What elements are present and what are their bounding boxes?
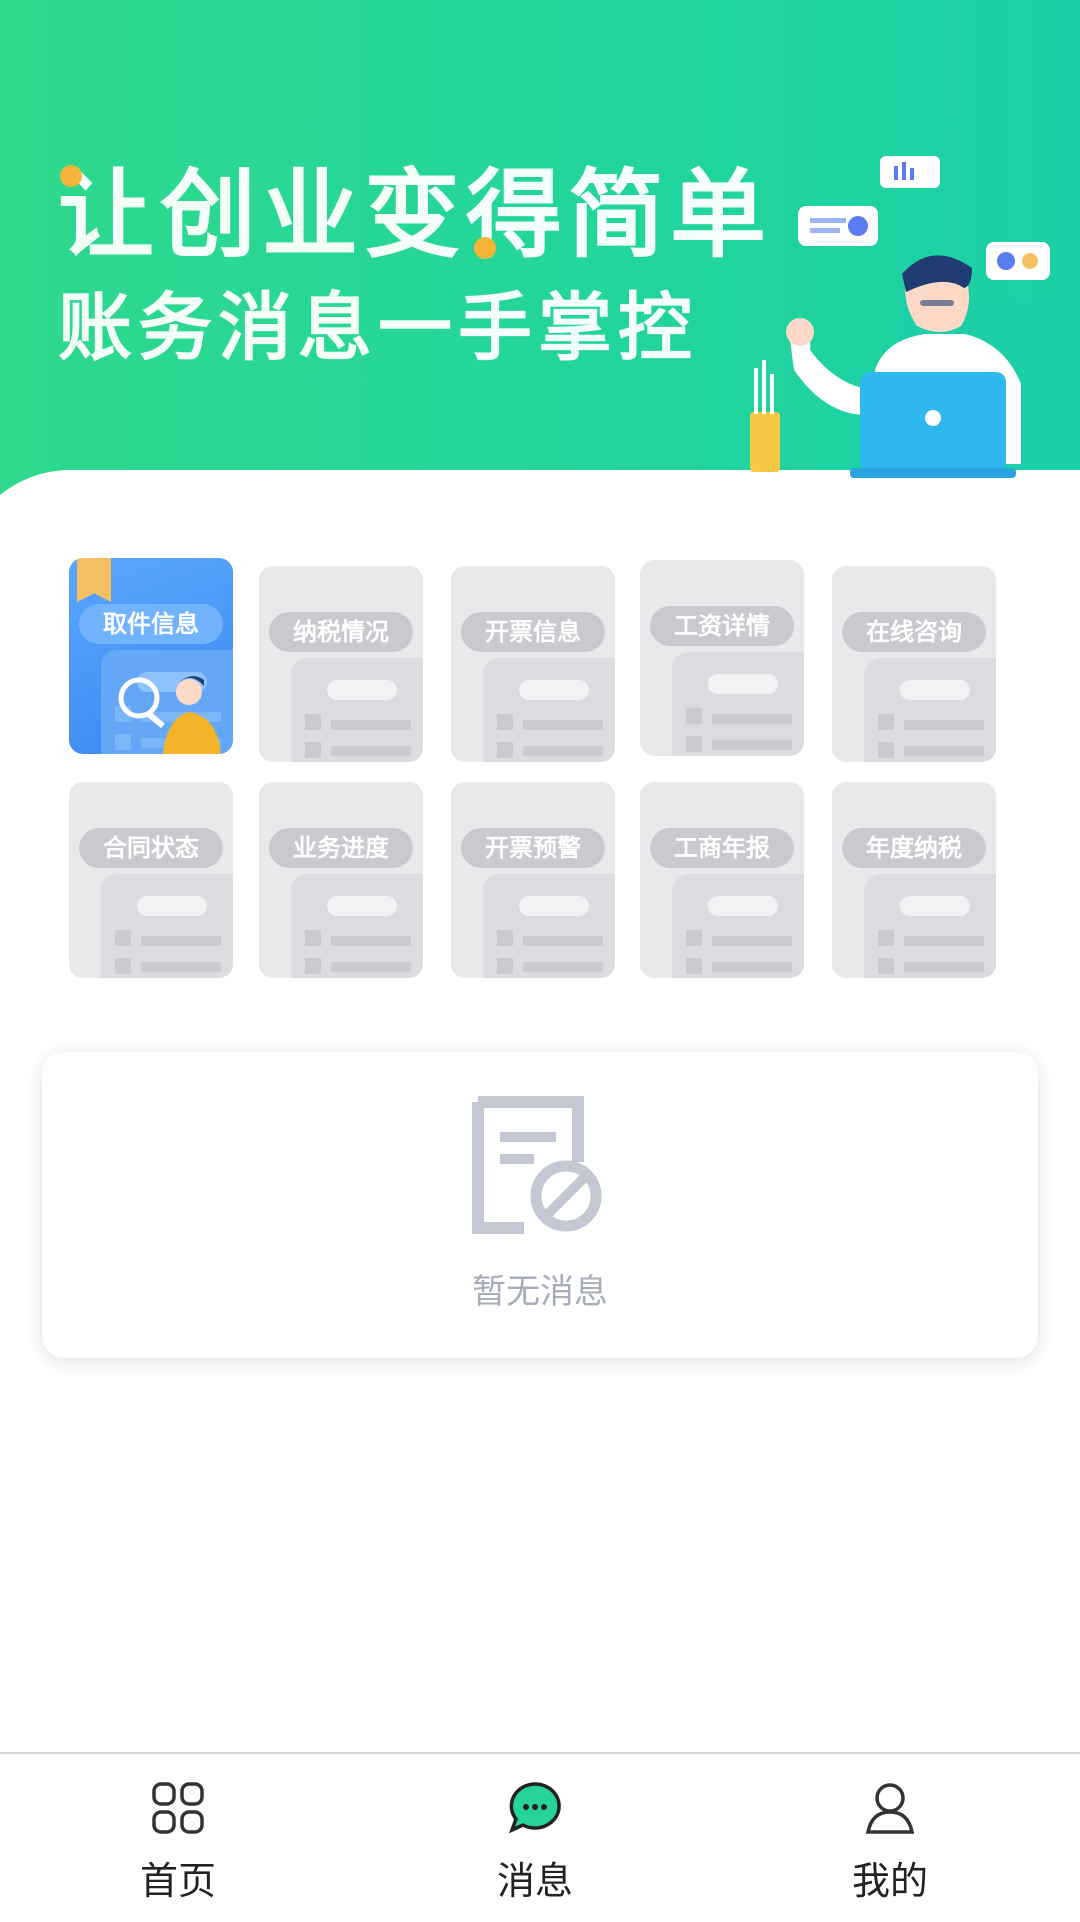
document-icon [291,658,423,762]
menu-item-label: 在线咨询 [842,612,986,652]
document-icon [672,652,804,756]
menu-item-label: 年度纳税 [842,828,986,868]
menu-item-label: 纳税情况 [269,612,413,652]
banner-headline: 让创业变得简单 账务消息一手掌控 [58,160,772,380]
banner-bottom-curve [0,470,1080,560]
document-icon [864,658,996,762]
menu-item-business-progress[interactable]: 业务进度 [259,782,423,978]
tab-messages-label: 消息 [496,1859,573,1903]
document-icon [291,874,423,978]
banner-subtitle: 账务消息一手掌控 [58,285,698,371]
menu-item-label: 取件信息 [79,604,223,644]
menu-item-label: 业务进度 [269,828,413,868]
message-card: 暂无消息 [42,1052,1038,1358]
hero-banner: 让创业变得简单 账务消息一手掌控 [0,0,1080,560]
tab-mine-label: 我的 [851,1859,928,1903]
coin-icon [60,165,82,187]
menu-item-pickup-info[interactable]: 取件信息 [69,558,233,754]
document-icon [101,874,233,978]
star-badge-icon [77,558,111,602]
menu-item-label: 开票信息 [461,612,605,652]
banner-title: 让创业变得简单 [58,159,772,271]
tab-home-label: 首页 [139,1859,216,1903]
menu-item-annual-report[interactable]: 工商年报 [640,782,804,978]
menu-item-salary-details[interactable]: 工资详情 [640,560,804,756]
menu-item-label: 工商年报 [650,828,794,868]
menu-item-online-consult[interactable]: 在线咨询 [832,566,996,762]
tab-mine[interactable]: 我的 [790,1754,990,1922]
feature-grid: 取件信息 纳税情况 开票信息 工资详情 在线咨询 合同状态 业务进度 开票预警 … [69,556,1009,978]
grid-icon [152,1782,204,1834]
magnifier-person-icon [118,676,221,754]
bottom-tab-bar: 首页 消息 我的 [0,1752,1080,1922]
tab-home[interactable]: 首页 [78,1754,278,1922]
document-icon [483,874,615,978]
tab-messages[interactable]: 消息 [435,1754,635,1922]
user-icon [865,1783,915,1834]
document-icon [864,874,996,978]
menu-item-label: 工资详情 [650,606,794,646]
chat-bubble-icon [508,1782,561,1834]
document-icon [483,658,615,762]
document-icon [672,874,804,978]
menu-item-invoice-warning[interactable]: 开票预警 [451,782,615,978]
menu-item-label: 开票预警 [461,828,605,868]
menu-item-annual-tax[interactable]: 年度纳税 [832,782,996,978]
person-laptop-illustration [750,156,1050,478]
menu-item-tax-status[interactable]: 纳税情况 [259,566,423,762]
no-message-icon [472,1096,602,1234]
menu-item-label: 合同状态 [79,828,223,868]
menu-item-invoice-info[interactable]: 开票信息 [451,566,615,762]
coin-icon [474,237,496,259]
menu-item-contract-status[interactable]: 合同状态 [69,782,233,978]
empty-state-text: 暂无消息 [472,1272,608,1312]
